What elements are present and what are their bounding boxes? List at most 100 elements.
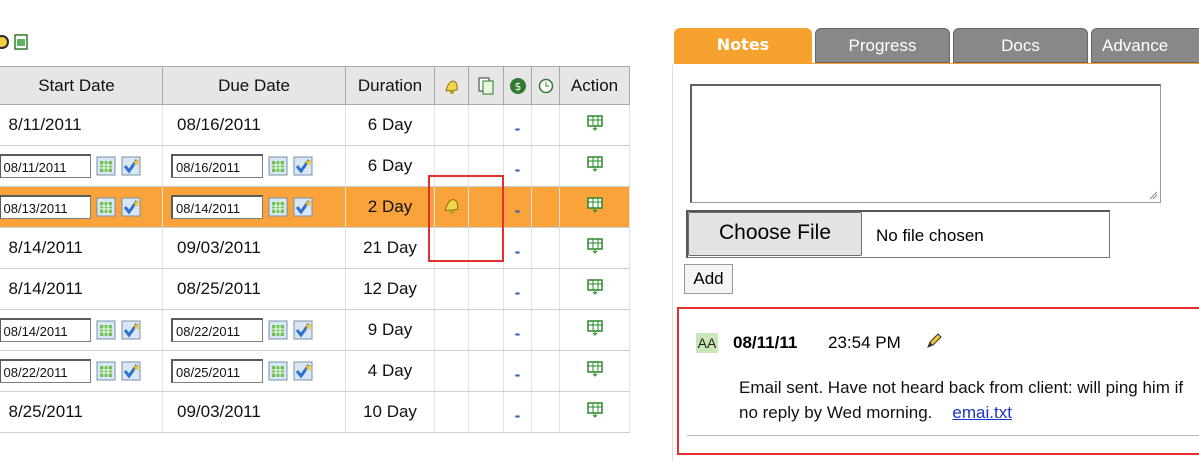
row-action-icon[interactable] bbox=[560, 114, 629, 136]
row-action-icon[interactable] bbox=[560, 360, 629, 382]
task-grid: Start Date Due Date Duration $ Action 8/… bbox=[0, 66, 630, 433]
tab-progress[interactable]: Progress bbox=[815, 28, 950, 63]
documents-cell bbox=[468, 350, 504, 392]
calendar-icon[interactable] bbox=[268, 361, 288, 381]
clock-cell bbox=[531, 268, 560, 310]
row-action-icon[interactable] bbox=[560, 155, 629, 177]
dollar-coin-icon: $ bbox=[509, 78, 526, 95]
budget-dash: - bbox=[514, 242, 521, 261]
calendar-icon[interactable] bbox=[96, 197, 116, 217]
table-row[interactable]: 08/22/2011 08/25/2011 4 Day - bbox=[0, 350, 630, 392]
tab-advanced[interactable]: Advance bbox=[1091, 28, 1199, 63]
row-action-icon[interactable] bbox=[560, 196, 629, 218]
apply-date-icon[interactable] bbox=[121, 197, 141, 217]
column-header-duration[interactable]: Duration bbox=[345, 66, 435, 105]
note-textarea[interactable] bbox=[690, 84, 1161, 203]
duration-text: 6 Day bbox=[367, 156, 413, 175]
duration-cell: 4 Day bbox=[345, 350, 435, 392]
apply-date-icon[interactable] bbox=[121, 320, 141, 340]
budget-dash: - bbox=[514, 406, 521, 425]
duration-text: 10 Day bbox=[363, 402, 417, 421]
start-date-input[interactable]: 08/13/2011 bbox=[0, 195, 91, 219]
documents-cell bbox=[468, 268, 504, 310]
apply-date-icon[interactable] bbox=[293, 156, 313, 176]
row-action-icon[interactable] bbox=[560, 401, 629, 423]
start-date-input[interactable]: 08/11/2011 bbox=[0, 154, 91, 178]
apply-date-icon[interactable] bbox=[121, 156, 141, 176]
due-date-text: 08/25/2011 bbox=[177, 279, 261, 298]
documents-cell bbox=[468, 309, 504, 351]
bell-icon[interactable] bbox=[441, 198, 463, 220]
avatar: AA bbox=[696, 333, 718, 353]
table-row[interactable]: 8/14/2011 08/25/2011 12 Day - bbox=[0, 268, 630, 310]
due-date-input[interactable]: 08/25/2011 bbox=[171, 359, 263, 383]
column-header-bell bbox=[434, 66, 469, 105]
calendar-icon[interactable] bbox=[96, 320, 116, 340]
start-date-input[interactable]: 08/14/2011 bbox=[0, 318, 91, 342]
column-header-action: Action bbox=[559, 66, 630, 105]
duration-cell: 2 Day bbox=[345, 186, 435, 228]
clock-cell bbox=[531, 227, 560, 269]
table-row[interactable]: 8/14/2011 09/03/2011 21 Day - bbox=[0, 227, 630, 269]
row-action-icon[interactable] bbox=[560, 278, 629, 300]
calendar-icon[interactable] bbox=[268, 320, 288, 340]
duration-cell: 6 Day bbox=[345, 104, 435, 146]
start-date-cell: 8/14/2011 bbox=[0, 268, 163, 310]
apply-date-icon[interactable] bbox=[121, 361, 141, 381]
table-row[interactable]: 08/13/2011 08/14/2011 2 Day - bbox=[0, 186, 630, 228]
note-date: 08/11/11 bbox=[733, 333, 798, 352]
duration-text: 2 Day bbox=[367, 197, 413, 216]
apply-date-icon[interactable] bbox=[293, 197, 313, 217]
export-icon[interactable] bbox=[13, 34, 29, 50]
choose-file-button[interactable]: Choose File bbox=[688, 212, 862, 256]
due-date-input[interactable]: 08/14/2011 bbox=[171, 195, 263, 219]
start-date-cell: 08/11/2011 bbox=[0, 145, 163, 187]
calendar-icon[interactable] bbox=[96, 361, 116, 381]
tab-notes[interactable]: Notes bbox=[674, 28, 812, 63]
start-date-cell: 08/22/2011 bbox=[0, 350, 163, 392]
apply-date-icon[interactable] bbox=[293, 361, 313, 381]
table-row[interactable]: 8/11/2011 08/16/2011 6 Day - bbox=[0, 104, 630, 146]
table-row[interactable]: 08/14/2011 08/22/2011 9 Day - bbox=[0, 309, 630, 351]
documents-cell bbox=[468, 391, 504, 433]
budget-dash: - bbox=[514, 324, 521, 343]
bell-cell bbox=[434, 186, 469, 228]
clock-cell bbox=[531, 186, 560, 228]
clock-cell bbox=[531, 391, 560, 433]
column-header-start-date[interactable]: Start Date bbox=[0, 66, 163, 105]
action-cell bbox=[559, 391, 630, 433]
budget-cell: - bbox=[503, 391, 532, 433]
attachment-link[interactable]: emai.txt bbox=[952, 403, 1012, 422]
row-action-icon[interactable] bbox=[560, 237, 629, 259]
clock-cell bbox=[531, 350, 560, 392]
tab-docs[interactable]: Docs bbox=[953, 28, 1088, 63]
clock-cell bbox=[531, 309, 560, 351]
table-row[interactable]: 08/11/2011 08/16/2011 6 Day - bbox=[0, 145, 630, 187]
start-date-input[interactable]: 08/22/2011 bbox=[0, 359, 91, 383]
bell-cell bbox=[434, 350, 469, 392]
coin-icon[interactable] bbox=[0, 34, 10, 50]
calendar-icon[interactable] bbox=[268, 156, 288, 176]
due-date-input[interactable]: 08/16/2011 bbox=[171, 154, 263, 178]
due-date-cell: 09/03/2011 bbox=[162, 391, 346, 433]
resize-grip-icon[interactable] bbox=[1148, 190, 1158, 200]
apply-date-icon[interactable] bbox=[293, 320, 313, 340]
bell-cell bbox=[434, 268, 469, 310]
calendar-icon[interactable] bbox=[96, 156, 116, 176]
column-header-due-date[interactable]: Due Date bbox=[162, 66, 346, 105]
action-cell bbox=[559, 104, 630, 146]
row-action-icon[interactable] bbox=[560, 319, 629, 341]
budget-cell: - bbox=[503, 186, 532, 228]
budget-cell: - bbox=[503, 268, 532, 310]
duration-cell: 12 Day bbox=[345, 268, 435, 310]
documents-cell bbox=[468, 227, 504, 269]
start-date-text: 8/14/2011 bbox=[8, 238, 83, 257]
due-date-text: 09/03/2011 bbox=[177, 402, 261, 421]
due-date-input[interactable]: 08/22/2011 bbox=[171, 318, 263, 342]
action-cell bbox=[559, 227, 630, 269]
budget-cell: - bbox=[503, 309, 532, 351]
add-note-button[interactable]: Add bbox=[684, 264, 733, 294]
pencil-icon[interactable] bbox=[924, 331, 944, 351]
calendar-icon[interactable] bbox=[268, 197, 288, 217]
table-row[interactable]: 8/25/2011 09/03/2011 10 Day - bbox=[0, 391, 630, 433]
